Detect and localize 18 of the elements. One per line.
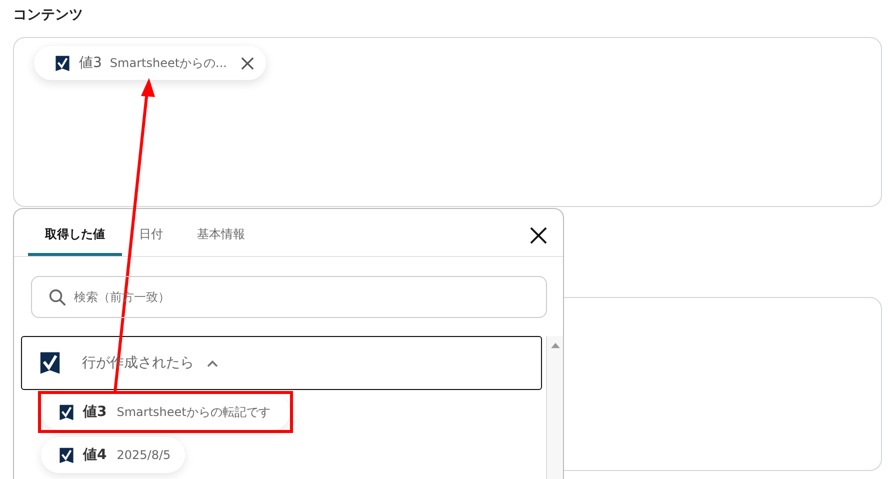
value-item[interactable]: 値4 2025/8/5: [41, 437, 185, 473]
content-field[interactable]: 値3 Smartsheetからの...: [13, 37, 882, 207]
tab[interactable]: 基本情報: [180, 209, 262, 256]
checkmark-logo-icon: [54, 54, 71, 72]
close-icon[interactable]: [241, 56, 254, 70]
scrollbar[interactable]: [546, 336, 563, 479]
scroll-up-icon[interactable]: [550, 342, 560, 349]
tab[interactable]: 日付: [122, 209, 180, 256]
tab[interactable]: 取得した値: [28, 209, 122, 256]
chevron-up-icon[interactable]: [206, 358, 219, 368]
checkmark-logo-icon: [38, 350, 62, 376]
checkmark-logo-icon: [58, 446, 75, 464]
field-label: コンテンツ: [12, 6, 83, 25]
checkmark-logo-icon: [58, 404, 75, 420]
value-item[interactable]: 値3 Smartsheetからの転記です: [41, 394, 290, 430]
value-chip[interactable]: 値3 Smartsheetからの...: [34, 46, 266, 80]
close-icon[interactable]: [530, 227, 547, 244]
search-icon: [49, 289, 66, 306]
